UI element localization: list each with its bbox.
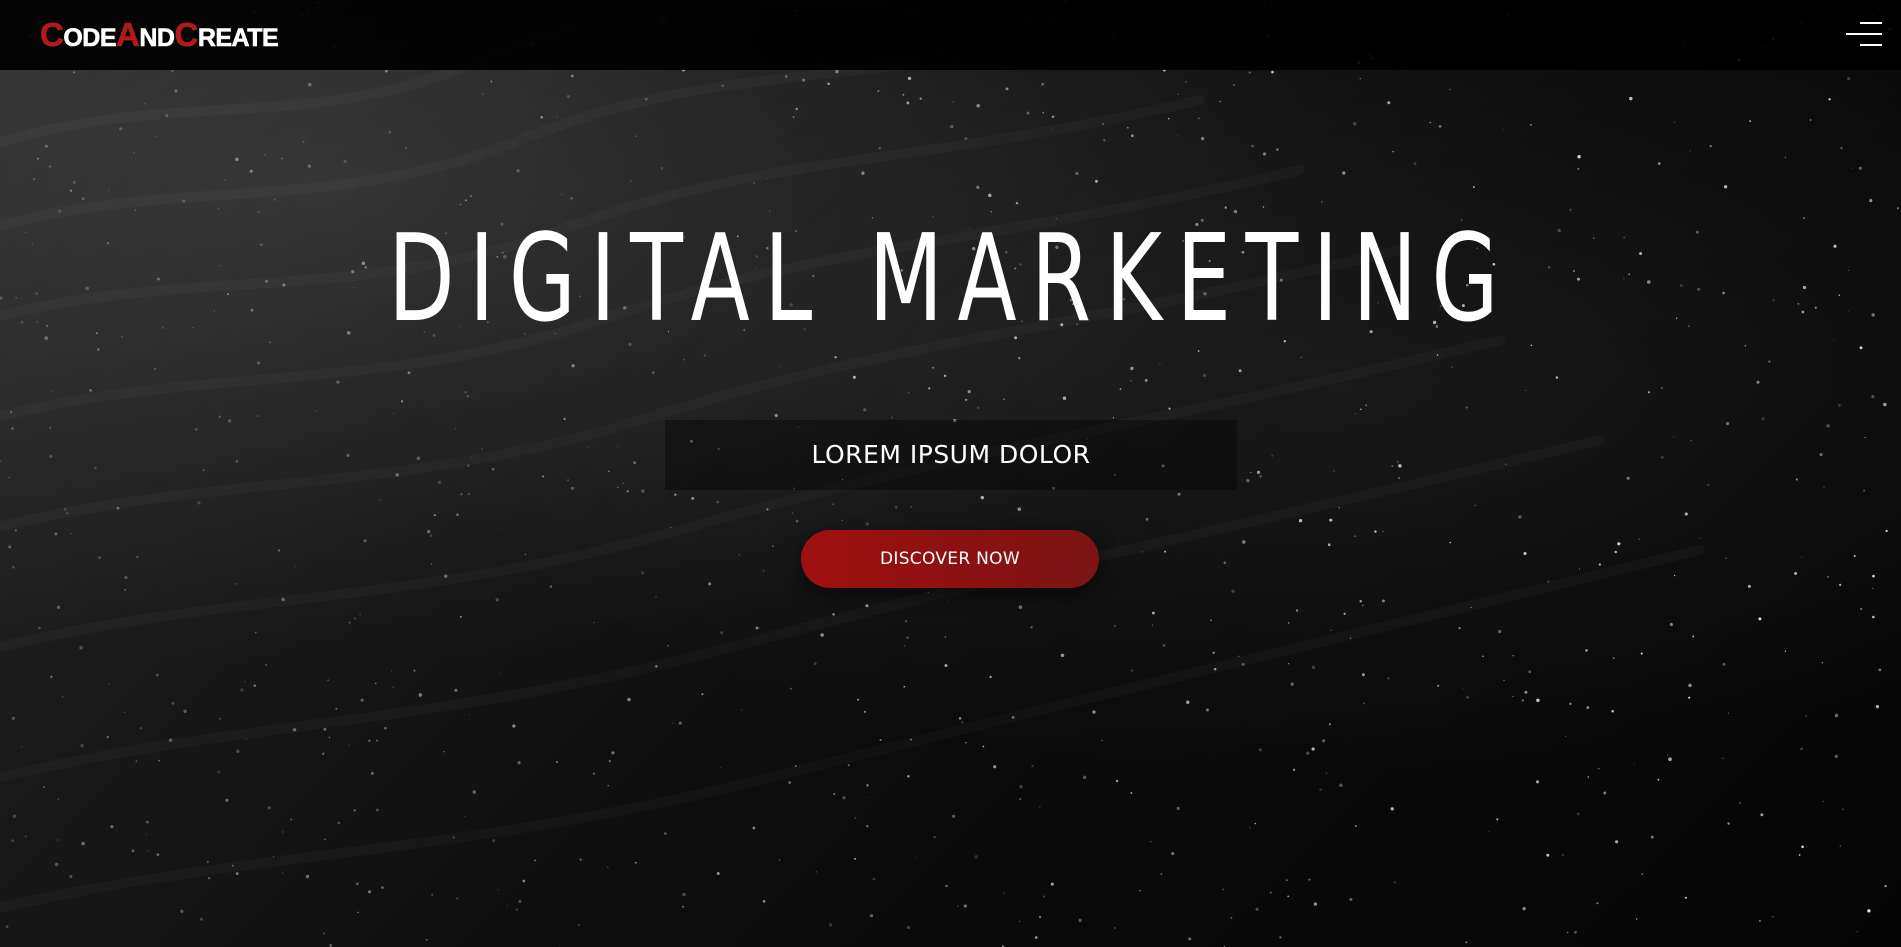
landing-page: CODEANDCREATE DIGITAL MARKETING LOREM IP… — [0, 0, 1901, 947]
logo-text: ND — [139, 24, 175, 53]
logo-letter: C — [40, 16, 64, 53]
menu-bar — [1846, 33, 1882, 35]
logo-text: ODE — [63, 24, 117, 53]
top-navbar: CODEANDCREATE — [0, 0, 1901, 70]
logo-letter: A — [116, 16, 140, 53]
hero-subtitle-box: LOREM IPSUM DOLOR — [665, 420, 1237, 490]
hamburger-menu-icon[interactable] — [1846, 22, 1882, 48]
discover-now-button[interactable]: DISCOVER NOW — [801, 530, 1099, 588]
hero-subtitle: LOREM IPSUM DOLOR — [811, 440, 1091, 469]
logo-letter: C — [174, 16, 198, 53]
hero-title: DIGITAL MARKETING — [388, 210, 1513, 349]
hero-section: DIGITAL MARKETING LOREM IPSUM DOLOR DISC… — [0, 70, 1901, 947]
brand-logo[interactable]: CODEANDCREATE — [40, 16, 279, 55]
logo-text: REATE — [197, 24, 279, 53]
menu-bar — [1860, 44, 1882, 46]
menu-bar — [1860, 22, 1882, 24]
